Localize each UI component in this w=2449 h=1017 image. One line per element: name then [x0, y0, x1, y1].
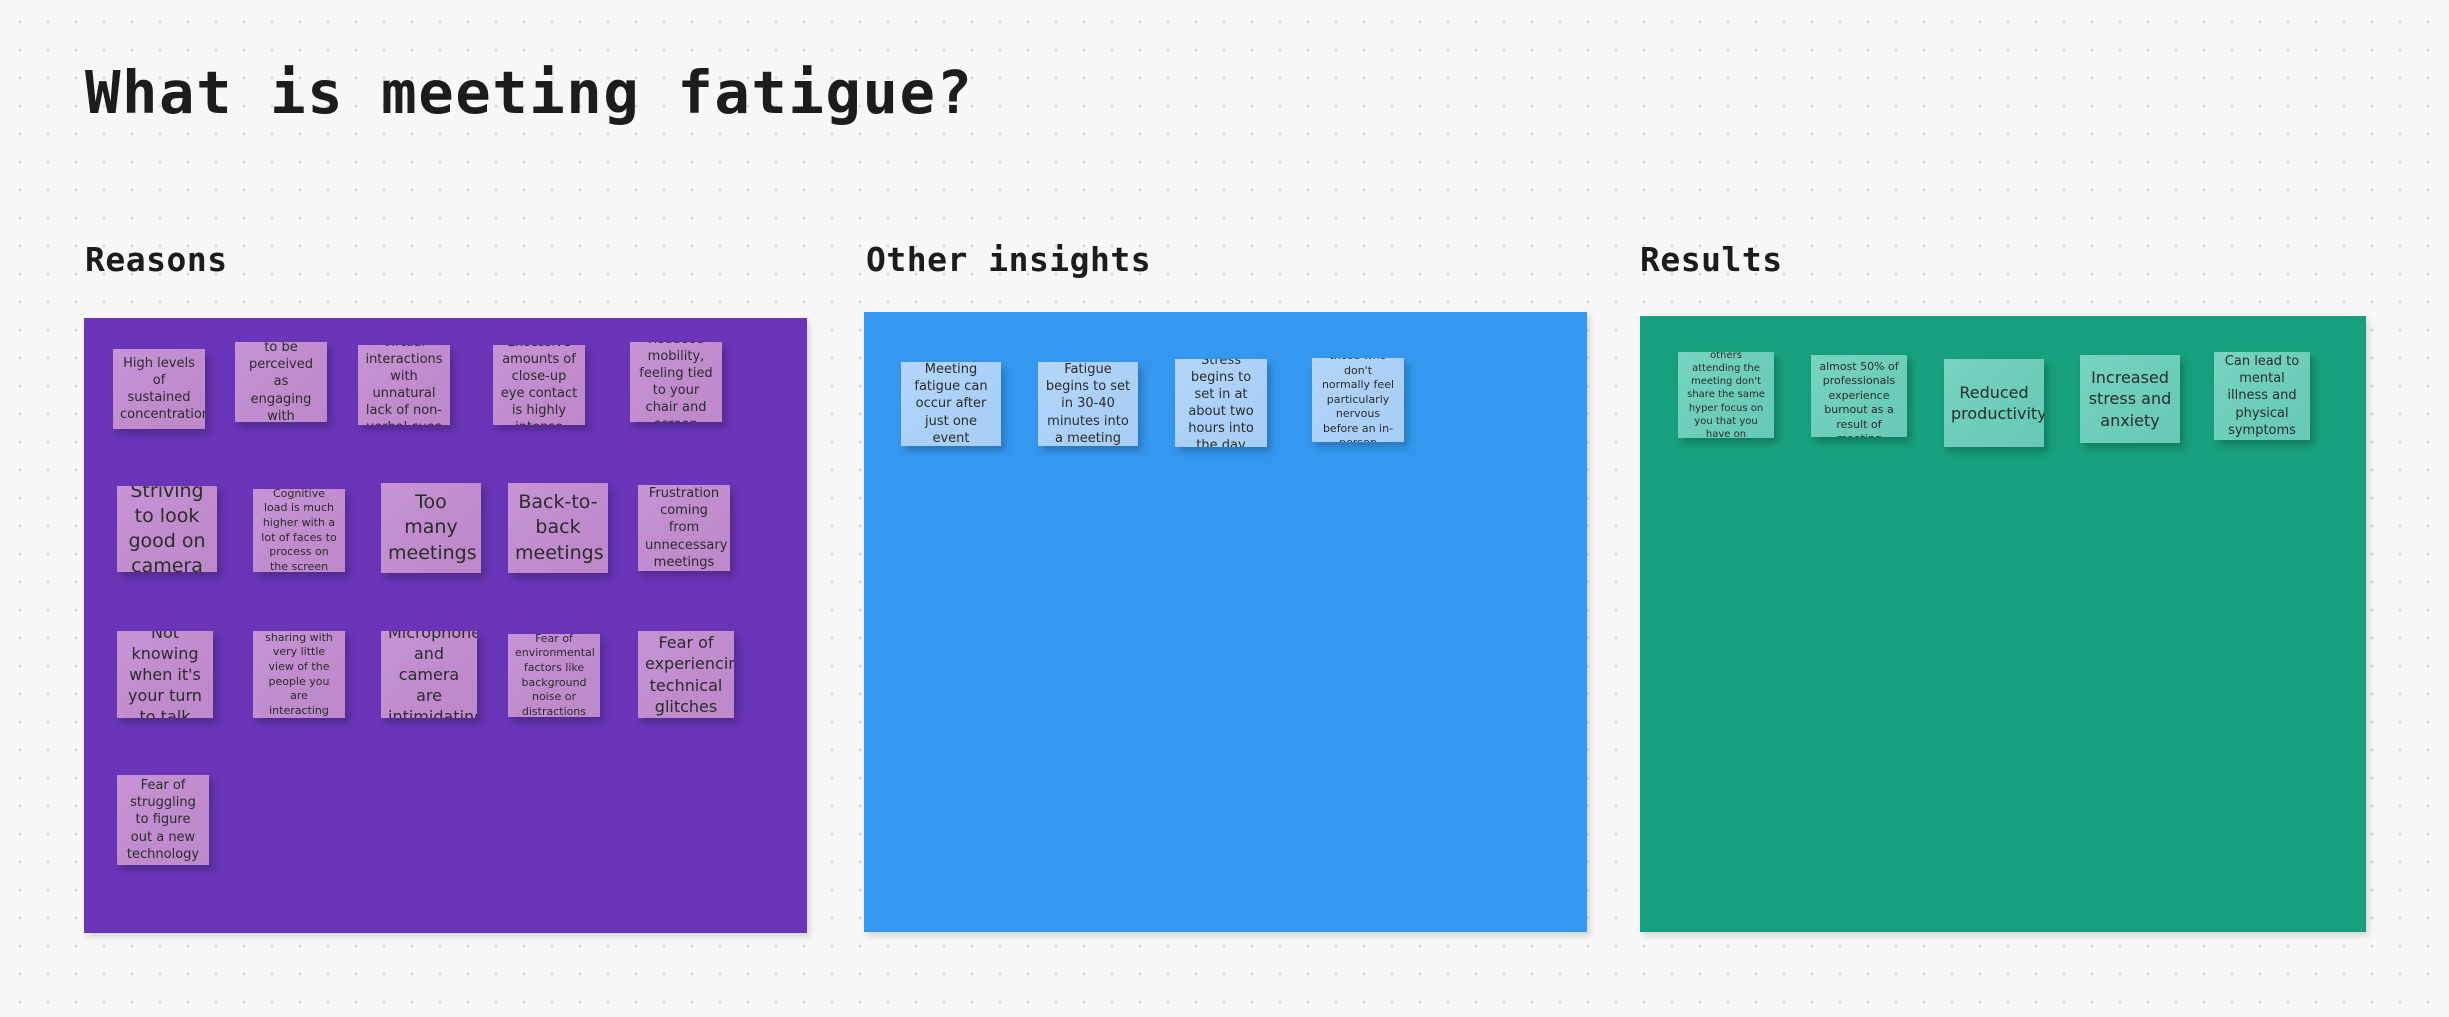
- sticky-note-text: Stress begins to set in at about two hou…: [1188, 359, 1254, 447]
- sticky-note-text: A 2021 study found that almost 50% of pr…: [1819, 355, 1899, 437]
- sticky-note[interactable]: More effort to be perceived as engaging …: [235, 342, 327, 422]
- sticky-note-text: Excessive amounts of close-up eye contac…: [500, 345, 578, 425]
- sticky-note[interactable]: High levels of sustained concentration: [113, 349, 205, 429]
- sticky-note-text: Reduced mobility, feeling tied to your c…: [639, 342, 713, 422]
- sticky-note-text: Screen sharing with very little view of …: [265, 631, 333, 717]
- sticky-note[interactable]: Spotlight Effect: others attending the m…: [1678, 352, 1774, 438]
- sticky-note-text: Fear of experiencing technical glitches: [645, 633, 734, 716]
- sticky-note-text: Not knowing when it's your turn to talk: [128, 631, 202, 718]
- sticky-note-text: Meeting fatigue can occur after just one…: [914, 362, 988, 446]
- sticky-note[interactable]: Fear of experiencing technical glitches: [638, 631, 734, 718]
- sticky-note-text: Fear of struggling to figure out a new t…: [126, 778, 200, 862]
- sticky-note-text: Fear of environmental factors like backg…: [515, 634, 595, 717]
- sticky-note-text: Cognitive load is much higher with a lot…: [261, 489, 337, 572]
- sticky-note[interactable]: Can be felt by those who don't normally …: [1312, 358, 1404, 442]
- sticky-note[interactable]: Fear of environmental factors like backg…: [508, 634, 600, 717]
- sticky-note[interactable]: Too many meetings: [381, 483, 481, 573]
- sticky-note-text: Spotlight Effect: others attending the m…: [1687, 352, 1765, 438]
- column-heading-other-insights: Other insights: [866, 240, 1152, 279]
- sticky-note[interactable]: Reduced productivity: [1944, 359, 2044, 447]
- sticky-note-text: Striving to look good on camera: [128, 486, 206, 572]
- sticky-note-text: Reduced productivity: [1951, 382, 2044, 423]
- sticky-note-text: Microphone and camera are intimidating: [388, 631, 477, 718]
- sticky-note-text: High levels of sustained concentration: [120, 355, 205, 423]
- sticky-note[interactable]: Frustration coming from unnecessary meet…: [638, 485, 730, 571]
- sticky-note-text: Virtual interactions with unnatural lack…: [365, 345, 443, 425]
- sticky-note[interactable]: Excessive amounts of close-up eye contac…: [493, 345, 585, 425]
- sticky-note[interactable]: Cognitive load is much higher with a lot…: [253, 489, 345, 572]
- sticky-note[interactable]: Back-to-back meetings: [508, 483, 608, 573]
- page-title: What is meeting fatigue?: [85, 58, 974, 127]
- sticky-note[interactable]: Striving to look good on camera: [117, 486, 217, 572]
- sticky-note[interactable]: Stress begins to set in at about two hou…: [1175, 359, 1267, 447]
- sticky-note-text: Increased stress and anxiety: [2088, 368, 2172, 430]
- sticky-note[interactable]: Virtual interactions with unnatural lack…: [358, 345, 450, 425]
- sticky-note[interactable]: Microphone and camera are intimidating: [381, 631, 477, 718]
- sticky-note-text: Frustration coming from unnecessary meet…: [645, 486, 728, 570]
- column-heading-results: Results: [1640, 240, 1783, 279]
- sticky-note-text: Fatigue begins to set in 30-40 minutes i…: [1045, 362, 1131, 446]
- panel-results: Spotlight Effect: others attending the m…: [1640, 316, 2366, 932]
- sticky-note-text: Can lead to mental illness and physical …: [2224, 354, 2300, 438]
- sticky-note[interactable]: Fatigue begins to set in 30-40 minutes i…: [1038, 362, 1138, 446]
- sticky-note[interactable]: Not knowing when it's your turn to talk: [117, 631, 213, 718]
- sticky-note-text: More effort to be perceived as engaging …: [248, 342, 313, 422]
- sticky-note[interactable]: Fear of struggling to figure out a new t…: [117, 775, 209, 865]
- column-heading-reasons: Reasons: [85, 240, 228, 279]
- panel-other-insights: Meeting fatigue can occur after just one…: [864, 312, 1587, 932]
- sticky-note[interactable]: A 2021 study found that almost 50% of pr…: [1811, 355, 1907, 437]
- sticky-note[interactable]: Meeting fatigue can occur after just one…: [901, 362, 1001, 446]
- panel-reasons: High levels of sustained concentration M…: [84, 318, 807, 933]
- sticky-note-text: Can be felt by those who don't normally …: [1321, 358, 1395, 442]
- sticky-note[interactable]: Screen sharing with very little view of …: [253, 631, 345, 718]
- sticky-note[interactable]: Increased stress and anxiety: [2080, 355, 2180, 443]
- sticky-note-text: Too many meetings: [388, 491, 477, 564]
- sticky-note[interactable]: Reduced mobility, feeling tied to your c…: [630, 342, 722, 422]
- sticky-note[interactable]: Can lead to mental illness and physical …: [2214, 352, 2310, 440]
- sticky-note-text: Back-to-back meetings: [515, 491, 604, 564]
